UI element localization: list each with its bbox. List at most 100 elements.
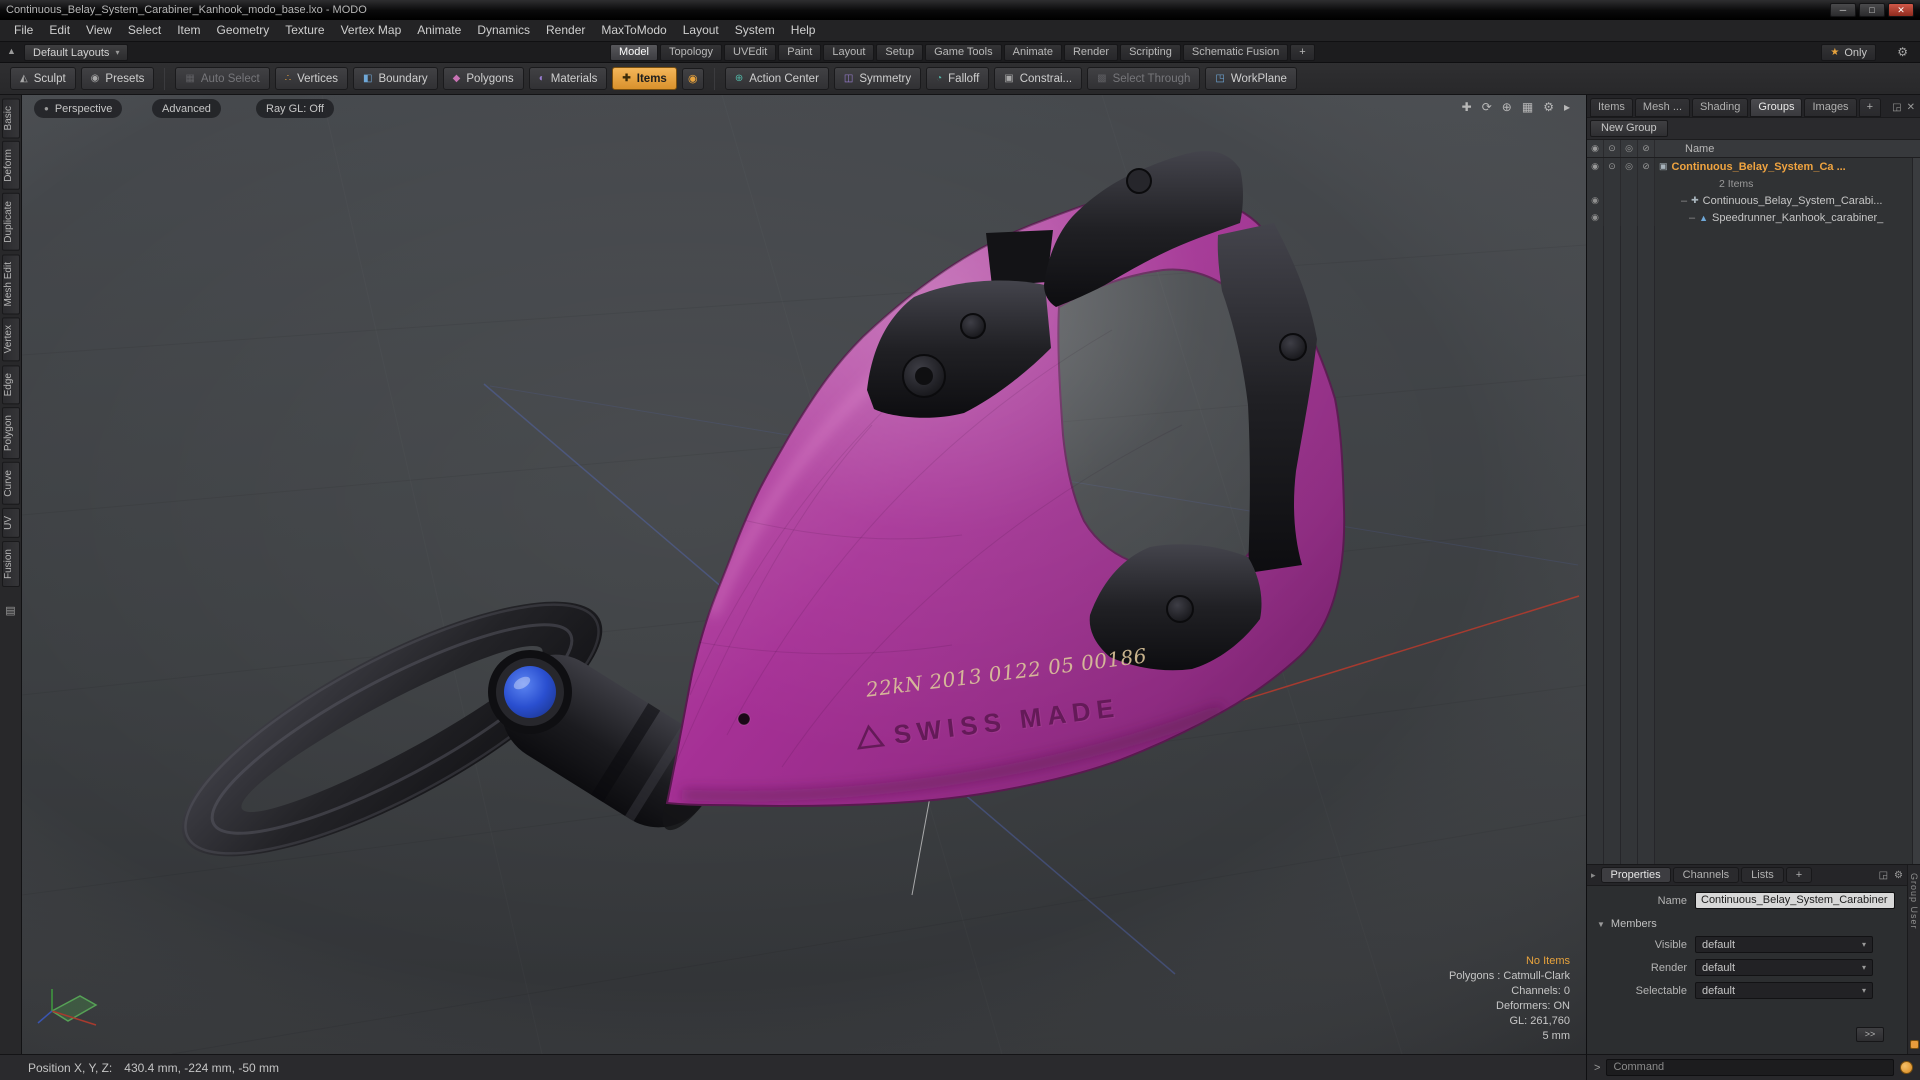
tree-row-label[interactable]: Speedrunner_Kanhook_carabiner_ — [1712, 212, 1883, 224]
tab-images[interactable]: Images — [1804, 98, 1857, 117]
menu-vertex-map[interactable]: Vertex Map — [333, 20, 410, 41]
eye-icon[interactable]: ◉ — [1587, 158, 1604, 175]
tab-edge[interactable]: Edge — [1, 364, 20, 405]
panel-gear-icon[interactable]: ⚙ — [1894, 870, 1903, 881]
panel-expand-icon[interactable]: ◲ — [1879, 870, 1888, 881]
menu-maxtomodo[interactable]: MaxToModo — [593, 20, 674, 41]
eye-icon[interactable]: ◉ — [1587, 209, 1604, 226]
sculpt-button[interactable]: ◭ Sculpt — [10, 67, 76, 90]
minimize-button[interactable]: ─ — [1830, 2, 1856, 17]
menu-edit[interactable]: Edit — [41, 20, 78, 41]
filter-dot-icon[interactable]: ⊘ — [1638, 158, 1655, 175]
command-input[interactable]: Command — [1606, 1059, 1894, 1076]
tab-duplicate[interactable]: Duplicate — [1, 193, 20, 251]
tab-animate[interactable]: Animate — [1003, 44, 1062, 61]
tree-row-label[interactable]: Continuous_Belay_System_Ca ... — [1672, 161, 1846, 173]
menu-geometry[interactable]: Geometry — [209, 20, 278, 41]
tab-vertex[interactable]: Vertex — [1, 317, 20, 362]
group-tree[interactable]: ◉ ⊙ ◎ ⊘ ▣ Continuous_Belay_System_Ca ...… — [1587, 158, 1920, 864]
falloff-button[interactable]: ◔ Falloff — [926, 67, 990, 90]
viewport-expand-icon[interactable]: ▸ — [1564, 100, 1570, 114]
menu-select[interactable]: Select — [120, 20, 169, 41]
tab-items[interactable]: Items — [1590, 98, 1633, 117]
tab-shading[interactable]: Shading — [1692, 98, 1749, 117]
palette-icon[interactable]: ▤ — [5, 604, 15, 617]
lock-dot-icon[interactable]: ◎ — [1621, 158, 1638, 175]
tree-scrollbar[interactable] — [1912, 158, 1920, 864]
tab-deform[interactable]: Deform — [1, 141, 20, 191]
filter-column-icon[interactable]: ⊘ — [1638, 140, 1655, 157]
visibility-column-icon[interactable]: ◉ — [1587, 140, 1604, 157]
render-column-icon[interactable]: ⊙ — [1604, 140, 1621, 157]
render-dot-icon[interactable]: ⊙ — [1604, 158, 1621, 175]
boundary-button[interactable]: ◧ Boundary — [352, 67, 438, 90]
tree-row-group[interactable]: ◉ ⊙ ◎ ⊘ ▣ Continuous_Belay_System_Ca ... — [1587, 158, 1912, 175]
tree-row-locator[interactable]: ◉ – ✚ Continuous_Belay_System_Carabi... — [1587, 192, 1912, 209]
tab-render[interactable]: Render — [1063, 44, 1119, 61]
raygl-toggle-button[interactable]: Ray GL: Off — [256, 99, 334, 118]
eye-icon[interactable]: ◉ — [1587, 192, 1604, 209]
viewport-3d[interactable]: 22kN 2013 0122 05 00186 SWISS MADE SWISS… — [22, 95, 1586, 1054]
tab-lists[interactable]: Lists — [1741, 867, 1784, 883]
more-options-button[interactable]: >> — [1856, 1027, 1884, 1042]
vertices-button[interactable]: ∴ Vertices — [274, 67, 348, 90]
tab-basic[interactable]: Basic — [1, 98, 20, 139]
constraints-button[interactable]: ▣ Constrai... — [994, 67, 1083, 90]
tab-uvedit[interactable]: UVEdit — [724, 44, 777, 61]
members-section-header[interactable]: ▼ Members — [1587, 918, 1907, 930]
menu-file[interactable]: File — [6, 20, 41, 41]
pan-icon[interactable]: ✚ — [1462, 100, 1472, 114]
layout-up-icon[interactable]: ▲ — [7, 46, 16, 56]
menu-dynamics[interactable]: Dynamics — [469, 20, 538, 41]
collapse-icon[interactable]: ▸ — [1591, 870, 1596, 881]
items-button[interactable]: ✚ Items — [612, 67, 677, 90]
tab-mesh-edit[interactable]: Mesh Edit — [1, 253, 20, 315]
tab-panel-add[interactable]: + — [1858, 98, 1881, 117]
default-layouts-dropdown[interactable]: Default Layouts ▾ — [24, 44, 129, 61]
menu-item[interactable]: Item — [169, 20, 208, 41]
orbit-icon[interactable]: ⟳ — [1482, 100, 1492, 114]
polygons-button[interactable]: ◆ Polygons — [442, 67, 524, 90]
shading-icon[interactable]: ▦ — [1522, 100, 1533, 114]
tab-schematic-fusion[interactable]: Schematic Fusion — [1182, 44, 1289, 61]
visible-dropdown[interactable]: default ▾ — [1695, 936, 1873, 953]
command-history-icon[interactable] — [1900, 1061, 1913, 1074]
close-button[interactable]: ✕ — [1888, 2, 1914, 17]
items-mode-button[interactable]: ◉ — [681, 67, 704, 90]
name-field[interactable]: Continuous_Belay_System_Carabiner — [1695, 892, 1895, 909]
tab-properties[interactable]: Properties — [1600, 867, 1671, 883]
symmetry-button[interactable]: ◫ Symmetry — [833, 67, 922, 90]
auto-select-button[interactable]: ▦ Auto Select — [175, 67, 270, 90]
tree-row-label[interactable]: Continuous_Belay_System_Carabi... — [1703, 195, 1883, 207]
name-column-header[interactable]: Name — [1655, 143, 1714, 155]
tab-mesh-ops[interactable]: Mesh ... — [1634, 98, 1691, 117]
perspective-view-button[interactable]: ● Perspective — [34, 99, 123, 118]
tab-game-tools[interactable]: Game Tools — [925, 44, 1002, 61]
tab-polygon[interactable]: Polygon — [1, 407, 20, 460]
new-group-button[interactable]: New Group — [1590, 120, 1668, 137]
tab-uv[interactable]: UV — [1, 507, 20, 538]
tab-model[interactable]: Model — [610, 44, 658, 61]
tab-groups[interactable]: Groups — [1750, 98, 1803, 117]
maximize-button[interactable]: □ — [1859, 2, 1885, 17]
tab-prop-add[interactable]: + — [1785, 867, 1813, 883]
tab-channels[interactable]: Channels — [1672, 867, 1740, 883]
only-toggle[interactable]: ★ Only — [1821, 44, 1876, 61]
panel-close-icon[interactable]: ✕ — [1907, 102, 1915, 113]
tab-add[interactable]: + — [1290, 44, 1315, 61]
menu-texture[interactable]: Texture — [277, 20, 332, 41]
action-center-button[interactable]: ⊕ Action Center — [724, 67, 829, 90]
tab-topology[interactable]: Topology — [659, 44, 723, 61]
form-edit-icon[interactable] — [1909, 1040, 1919, 1049]
tab-scripting[interactable]: Scripting — [1120, 44, 1181, 61]
menu-layout[interactable]: Layout — [675, 20, 727, 41]
tab-paint[interactable]: Paint — [778, 44, 822, 61]
lock-column-icon[interactable]: ◎ — [1621, 140, 1638, 157]
viewport-canvas[interactable]: 22kN 2013 0122 05 00186 SWISS MADE SWISS… — [22, 95, 1586, 1054]
tab-layout[interactable]: Layout — [823, 44, 875, 61]
tab-fusion[interactable]: Fusion — [1, 540, 20, 587]
panel-expand-icon[interactable]: ◲ — [1892, 102, 1901, 113]
selectable-dropdown[interactable]: default ▾ — [1695, 982, 1873, 999]
materials-button[interactable]: ◐ Materials — [528, 67, 608, 90]
menu-help[interactable]: Help — [783, 20, 824, 41]
